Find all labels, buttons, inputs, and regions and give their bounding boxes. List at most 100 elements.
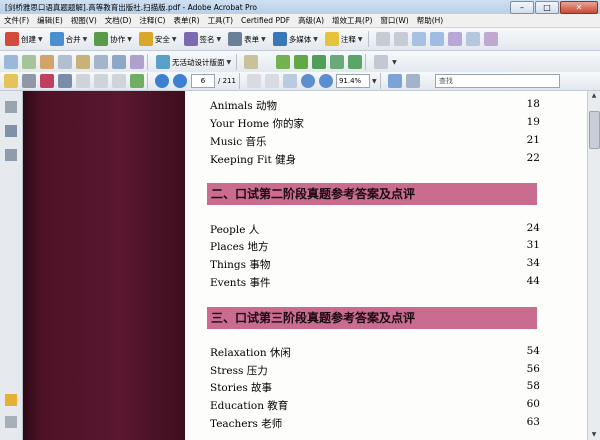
- layers-icon[interactable]: [348, 55, 363, 69]
- zoom-in-icon[interactable]: [318, 74, 333, 88]
- toc-row[interactable]: Events 事件 44: [210, 275, 540, 289]
- toc-row[interactable]: Education 教育 60: [210, 398, 540, 412]
- list-box-icon[interactable]: [58, 55, 72, 69]
- radio-tool-icon[interactable]: [40, 55, 54, 69]
- collaborate-button[interactable]: 协作 ▼: [92, 30, 134, 48]
- fit-page-icon[interactable]: [375, 32, 390, 46]
- create-button[interactable]: 创建 ▼: [3, 30, 45, 48]
- disabled-tool-icon: [112, 74, 126, 88]
- separator: [379, 73, 381, 89]
- vertical-scrollbar[interactable]: ▲ ▼: [587, 91, 600, 440]
- toc-row[interactable]: Teachers 老师 63: [210, 416, 540, 430]
- comments-panel-icon[interactable]: [5, 394, 17, 406]
- grid-icon[interactable]: [312, 55, 327, 69]
- multimedia-button[interactable]: 多媒体 ▼: [271, 30, 320, 48]
- maximize-button[interactable]: □: [535, 1, 559, 14]
- document-view[interactable]: Animals 动物 18 Your Home 你的家 19 Music 音乐 21 …: [23, 91, 588, 440]
- scanned-cover-edge: [23, 91, 185, 440]
- scroll-down-icon[interactable]: ▼: [588, 430, 600, 440]
- separator: [367, 31, 369, 47]
- find-input[interactable]: 查找: [435, 74, 560, 88]
- email-icon[interactable]: [40, 74, 54, 88]
- scroll-thumb[interactable]: [589, 111, 600, 149]
- print-icon[interactable]: [22, 74, 36, 88]
- page-total: / 211: [218, 77, 236, 85]
- bookmarks-icon[interactable]: [5, 125, 17, 137]
- menu-tools[interactable]: 工具(T): [204, 14, 237, 27]
- refresh-icon[interactable]: [130, 74, 144, 88]
- link-tool-icon[interactable]: [483, 32, 498, 46]
- text-touchup-icon[interactable]: [447, 32, 462, 46]
- menu-help[interactable]: 帮助(H): [413, 14, 448, 27]
- toc-row[interactable]: Things 事物 34: [210, 257, 540, 271]
- page-number-input[interactable]: 6: [191, 74, 215, 88]
- previous-page-icon[interactable]: [155, 74, 169, 88]
- comment-icon: [324, 32, 339, 46]
- scroll-up-icon[interactable]: ▲: [588, 91, 600, 101]
- toc-row[interactable]: Stories 故事 58: [210, 380, 540, 394]
- menu-edit[interactable]: 编辑(E): [33, 14, 67, 27]
- scrolling-page-icon[interactable]: [405, 74, 420, 88]
- lock-icon: [138, 32, 153, 46]
- pages-panel-icon[interactable]: [5, 101, 17, 113]
- combine-button[interactable]: 合并 ▼: [48, 30, 90, 48]
- next-page-icon[interactable]: [173, 74, 187, 88]
- stamp-icon[interactable]: [330, 55, 345, 69]
- select-icon[interactable]: [411, 32, 426, 46]
- menu-certified-pdf[interactable]: Certified PDF: [237, 14, 294, 27]
- hand-icon[interactable]: [264, 74, 279, 88]
- toc-row[interactable]: Relaxation 休闲 54: [210, 345, 540, 359]
- menu-file[interactable]: 文件(F): [0, 14, 33, 27]
- toc-row[interactable]: People 人 24: [210, 222, 540, 236]
- dropdown-tool-icon[interactable]: [76, 55, 90, 69]
- attachments-icon[interactable]: [5, 416, 17, 428]
- comment-button[interactable]: 注释 ▼: [323, 30, 365, 48]
- menu-plugins[interactable]: 增效工具(P): [328, 14, 376, 27]
- menu-comments[interactable]: 注释(C): [135, 14, 169, 27]
- toc-row[interactable]: Stress 压力 56: [210, 363, 540, 377]
- document-icon[interactable]: [244, 55, 259, 69]
- zoom-out-icon[interactable]: [300, 74, 315, 88]
- rotate-icon[interactable]: [393, 32, 408, 46]
- design-layout-dropdown[interactable]: 无活动设计版面 ▼: [154, 53, 233, 71]
- zoom-input[interactable]: 91.4%: [335, 74, 370, 88]
- menu-view[interactable]: 视图(V): [67, 14, 101, 27]
- section-heading: 二、口试第二阶段真题参考答案及点评: [207, 183, 537, 205]
- close-button[interactable]: ✕: [560, 1, 598, 14]
- text-field-icon[interactable]: [4, 55, 18, 69]
- checkbox-tool-icon[interactable]: [22, 55, 36, 69]
- single-page-icon[interactable]: [387, 74, 402, 88]
- toc-row[interactable]: Your Home 你的家 19: [210, 116, 540, 130]
- signature-field-icon[interactable]: [112, 55, 126, 69]
- separator: [365, 54, 367, 70]
- note-icon[interactable]: [276, 55, 291, 69]
- button-tool-icon[interactable]: [94, 55, 108, 69]
- menu-document[interactable]: 文档(D): [101, 14, 136, 27]
- navigation-pane: [0, 91, 23, 440]
- toc-row[interactable]: Places 地方 31: [210, 239, 540, 253]
- marquee-icon[interactable]: [429, 32, 444, 46]
- toc-row[interactable]: Animals 动物 18: [210, 98, 540, 112]
- options-dropdown[interactable]: ▼: [372, 53, 399, 71]
- pen-icon: [183, 32, 198, 46]
- highlight-icon[interactable]: [294, 55, 309, 69]
- signatures-icon[interactable]: [5, 149, 17, 161]
- forms-button[interactable]: 表单 ▼: [226, 30, 268, 48]
- navigation-toolbar: 6 / 211 91.4% ▼ 查找: [0, 72, 600, 91]
- toc-row[interactable]: Keeping Fit 健身 22: [210, 152, 540, 166]
- barcode-icon[interactable]: [130, 55, 144, 69]
- menu-bar: 文件(F) 编辑(E) 视图(V) 文档(D) 注释(C) 表单(R) 工具(T…: [0, 14, 600, 28]
- save-icon[interactable]: [58, 74, 72, 88]
- select-text-icon[interactable]: [246, 74, 261, 88]
- zoom-tool-icon[interactable]: [282, 74, 297, 88]
- menu-forms[interactable]: 表单(R): [169, 14, 203, 27]
- zoom-dropdown-icon[interactable]: ▼: [372, 78, 377, 85]
- open-folder-icon[interactable]: [4, 74, 18, 88]
- minimize-button[interactable]: –: [510, 1, 534, 14]
- object-tool-icon[interactable]: [465, 32, 480, 46]
- menu-window[interactable]: 窗口(W): [376, 14, 412, 27]
- toc-row[interactable]: Music 音乐 21: [210, 134, 540, 148]
- sign-button[interactable]: 签名 ▼: [182, 30, 224, 48]
- menu-advanced[interactable]: 高级(A): [294, 14, 328, 27]
- secure-button[interactable]: 安全 ▼: [137, 30, 179, 48]
